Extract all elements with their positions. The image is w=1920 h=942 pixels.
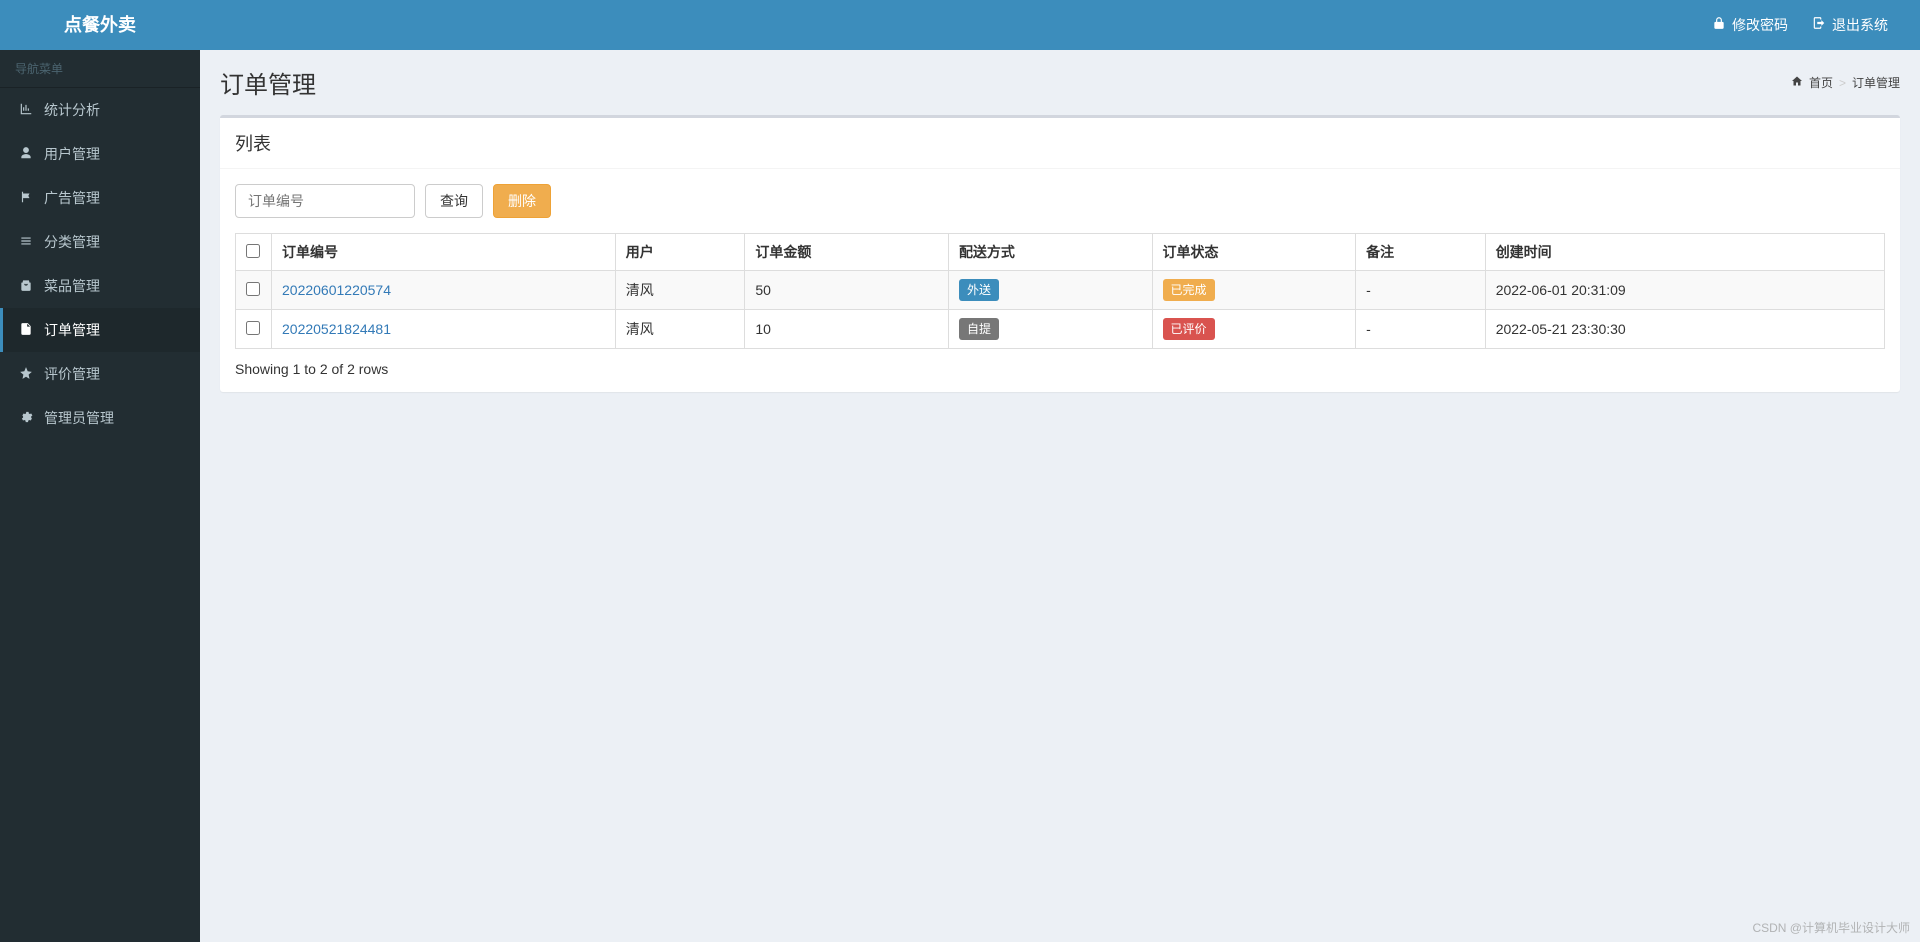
sidebar-item-label: 统计分析 <box>44 100 100 120</box>
breadcrumb-sep: > <box>1839 76 1846 90</box>
row-checkbox[interactable] <box>246 282 260 296</box>
user-icon <box>18 146 34 163</box>
col-amount: 订单金额 <box>745 234 949 271</box>
col-user: 用户 <box>615 234 745 271</box>
sidebar-item-dishes[interactable]: 菜品管理 <box>0 264 200 308</box>
sidebar-item-label: 用户管理 <box>44 144 100 164</box>
star-icon <box>18 366 34 383</box>
cog-icon <box>18 410 34 427</box>
logout-label: 退出系统 <box>1832 0 1888 50</box>
sidebar-item-ads[interactable]: 广告管理 <box>0 176 200 220</box>
logout-link[interactable]: 退出系统 <box>1800 0 1900 50</box>
panel-title: 列表 <box>220 118 1900 169</box>
sidebar-item-reviews[interactable]: 评价管理 <box>0 352 200 396</box>
top-nav: 修改密码 退出系统 <box>200 0 1920 50</box>
sidebar-item-admins[interactable]: 管理员管理 <box>0 396 200 440</box>
content-header: 订单管理 首页 > 订单管理 <box>200 50 1920 115</box>
pagination-info: Showing 1 to 2 of 2 rows <box>235 361 1885 377</box>
search-input[interactable] <box>235 184 415 218</box>
sidebar-item-label: 广告管理 <box>44 188 100 208</box>
change-password-label: 修改密码 <box>1732 0 1788 50</box>
sidebar-item-label: 评价管理 <box>44 364 100 384</box>
sidebar-item-stats[interactable]: 统计分析 <box>0 88 200 132</box>
sign-out-icon <box>1812 0 1826 50</box>
flag-icon <box>18 190 34 207</box>
status-badge: 已完成 <box>1163 279 1215 301</box>
col-order-no: 订单编号 <box>272 234 616 271</box>
col-delivery: 配送方式 <box>948 234 1152 271</box>
cell-user: 清风 <box>615 271 745 310</box>
sidebar-item-orders[interactable]: 订单管理 <box>0 308 200 352</box>
order-no-link[interactable]: 20220601220574 <box>282 282 391 298</box>
cell-remark: - <box>1356 310 1486 349</box>
sidebar-menu: 统计分析 用户管理 广告管理 <box>0 88 200 440</box>
file-icon <box>18 322 34 339</box>
sidebar: 导航菜单 统计分析 用户管理 <box>0 50 200 942</box>
sidebar-item-label: 管理员管理 <box>44 408 114 428</box>
status-badge: 已评价 <box>1163 318 1215 340</box>
toolbar: 查询 删除 <box>235 184 1885 218</box>
cell-created: 2022-05-21 23:30:30 <box>1485 310 1884 349</box>
page-title: 订单管理 <box>220 65 316 100</box>
sidebar-item-users[interactable]: 用户管理 <box>0 132 200 176</box>
table-row: 20220521824481 清风 10 自提 已评价 - 2022-05-21… <box>236 310 1885 349</box>
home-icon <box>1791 75 1803 90</box>
col-remark: 备注 <box>1356 234 1486 271</box>
shopping-bag-icon <box>18 278 34 295</box>
breadcrumb-home[interactable]: 首页 <box>1809 74 1833 91</box>
delete-button[interactable]: 删除 <box>493 184 551 218</box>
app-logo: 点餐外卖 <box>0 0 200 50</box>
cell-user: 清风 <box>615 310 745 349</box>
col-created: 创建时间 <box>1485 234 1884 271</box>
table-header-row: 订单编号 用户 订单金额 配送方式 订单状态 备注 创建时间 <box>236 234 1885 271</box>
delivery-badge: 自提 <box>959 318 999 340</box>
cell-remark: - <box>1356 271 1486 310</box>
cell-amount: 10 <box>745 310 949 349</box>
bar-chart-icon <box>18 102 34 119</box>
watermark: CSDN @计算机毕业设计大师 <box>1752 919 1910 936</box>
lock-icon <box>1712 0 1726 50</box>
content: 订单管理 首页 > 订单管理 列表 查询 删除 <box>200 50 1920 942</box>
breadcrumb: 首页 > 订单管理 <box>1791 74 1900 91</box>
list-icon <box>18 234 34 251</box>
table-row: 20220601220574 清风 50 外送 已完成 - 2022-06-01… <box>236 271 1885 310</box>
list-panel: 列表 查询 删除 订单编号 用户 订单金额 <box>220 115 1900 392</box>
order-table: 订单编号 用户 订单金额 配送方式 订单状态 备注 创建时间 20220601 <box>235 233 1885 349</box>
cell-amount: 50 <box>745 271 949 310</box>
col-status: 订单状态 <box>1152 234 1356 271</box>
breadcrumb-current: 订单管理 <box>1852 74 1900 91</box>
row-checkbox[interactable] <box>246 321 260 335</box>
sidebar-item-label: 分类管理 <box>44 232 100 252</box>
select-all-col <box>236 234 272 271</box>
sidebar-item-categories[interactable]: 分类管理 <box>0 220 200 264</box>
query-button[interactable]: 查询 <box>425 184 483 218</box>
sidebar-title: 导航菜单 <box>0 50 200 88</box>
sidebar-item-label: 订单管理 <box>44 320 100 340</box>
delivery-badge: 外送 <box>959 279 999 301</box>
order-no-link[interactable]: 20220521824481 <box>282 321 391 337</box>
select-all-checkbox[interactable] <box>246 244 260 258</box>
change-password-link[interactable]: 修改密码 <box>1700 0 1800 50</box>
main-header: 点餐外卖 修改密码 退出系统 <box>0 0 1920 50</box>
cell-created: 2022-06-01 20:31:09 <box>1485 271 1884 310</box>
sidebar-item-label: 菜品管理 <box>44 276 100 296</box>
